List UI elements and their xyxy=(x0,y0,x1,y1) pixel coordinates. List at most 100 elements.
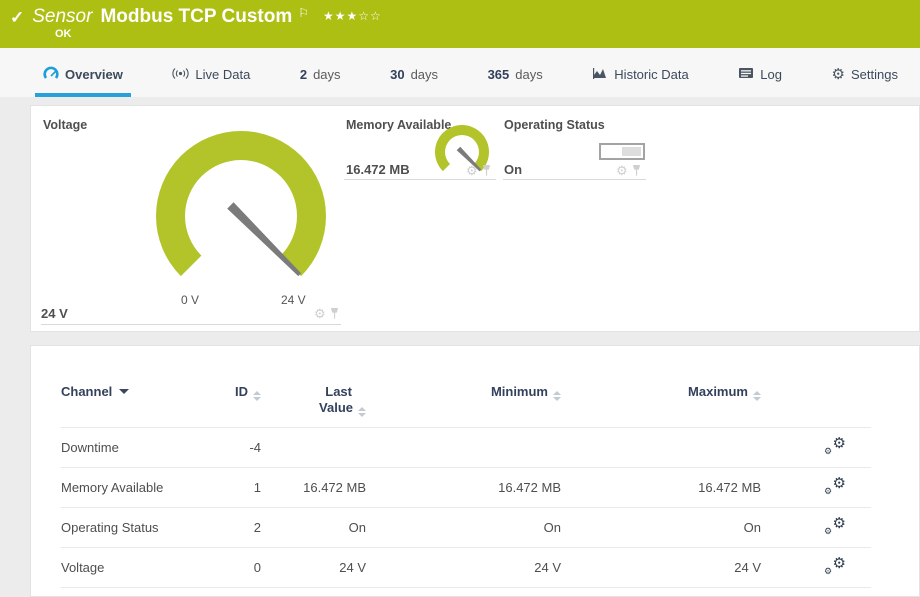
memory-value: 16.472 MB xyxy=(346,162,410,177)
operating-value: On xyxy=(504,162,522,177)
header-label: Maximum xyxy=(688,384,748,399)
sensor-title: Modbus TCP Custom xyxy=(100,6,292,28)
voltage-scale-max: 24 V xyxy=(281,293,306,307)
tile-divider xyxy=(344,179,496,180)
header-label: Channel xyxy=(61,384,112,399)
voltage-tile-title: Voltage xyxy=(43,118,87,132)
channels-table: Channel ID Last Value Minimum Maximum xyxy=(61,384,871,588)
cell-minimum xyxy=(366,427,561,467)
memory-tile-icons: ⚙ xyxy=(466,164,491,177)
tab-unit: days xyxy=(411,67,438,82)
cell-id: 2 xyxy=(201,507,261,547)
tab-number: 365 xyxy=(488,67,510,82)
tab-label: Log xyxy=(760,67,782,82)
voltage-tile-icons: ⚙ xyxy=(314,307,339,320)
status-check-icon: ✓ xyxy=(10,8,24,28)
header-label: ID xyxy=(235,384,248,399)
header-label: Value xyxy=(319,400,353,415)
header-label: Last xyxy=(325,384,352,399)
tab-2-days[interactable]: 2 days xyxy=(292,48,349,97)
object-kind-label: Sensor xyxy=(32,6,92,28)
gear-icon[interactable]: ⚙ xyxy=(616,164,628,177)
priority-flag-icon[interactable]: ⚐ xyxy=(298,6,309,20)
header-channel[interactable]: Channel xyxy=(61,384,201,427)
table-row[interactable]: Voltage 0 24 V 24 V 24 V ⚙⚙ xyxy=(61,547,871,587)
historic-chart-icon xyxy=(592,67,608,83)
tab-unit: days xyxy=(515,67,542,82)
cell-last-value: On xyxy=(261,507,366,547)
channel-settings-icon[interactable]: ⚙⚙ xyxy=(824,477,846,495)
table-row[interactable]: Operating Status 2 On On On ⚙⚙ xyxy=(61,507,871,547)
pin-icon[interactable] xyxy=(330,307,339,320)
tab-bar: Overview Live Data 2 days 30 days 365 da… xyxy=(0,48,920,97)
tile-divider xyxy=(41,324,341,325)
cell-minimum: On xyxy=(366,507,561,547)
cell-maximum: On xyxy=(561,507,761,547)
channel-settings-icon[interactable]: ⚙⚙ xyxy=(824,557,846,575)
priority-stars[interactable]: ★★★☆☆ xyxy=(323,9,382,23)
tab-number: 2 xyxy=(300,67,307,82)
header-last-value[interactable]: Last Value xyxy=(261,384,366,427)
cell-id: 1 xyxy=(201,467,261,507)
voltage-gauge xyxy=(126,111,356,311)
operating-tile-title: Operating Status xyxy=(504,118,605,132)
tab-label: Historic Data xyxy=(614,67,688,82)
cell-id: 0 xyxy=(201,547,261,587)
voltage-value: 24 V xyxy=(41,306,68,321)
tab-unit: days xyxy=(313,67,340,82)
gear-icon[interactable]: ⚙ xyxy=(314,307,326,320)
tab-365-days[interactable]: 365 days xyxy=(480,48,551,97)
gauge-icon xyxy=(43,66,59,83)
tab-settings[interactable]: ⚙ Settings xyxy=(824,48,906,97)
operating-status-toggle xyxy=(599,143,645,160)
channel-settings-icon[interactable]: ⚙⚙ xyxy=(824,517,846,535)
header-actions xyxy=(761,384,871,427)
tab-historic-data[interactable]: Historic Data xyxy=(584,48,696,97)
channel-settings-icon[interactable]: ⚙⚙ xyxy=(824,437,846,455)
cell-maximum: 16.472 MB xyxy=(561,467,761,507)
tab-overview[interactable]: Overview xyxy=(35,48,131,97)
cell-channel: Voltage xyxy=(61,547,201,587)
header-label: Minimum xyxy=(491,384,548,399)
pin-icon[interactable] xyxy=(632,164,641,177)
tab-30-days[interactable]: 30 days xyxy=(382,48,446,97)
tile-divider xyxy=(503,179,646,180)
sort-icon xyxy=(358,407,366,417)
gauge-needle xyxy=(227,202,303,278)
log-icon xyxy=(738,67,754,82)
status-badge: OK xyxy=(55,28,72,40)
sort-icon xyxy=(753,391,761,401)
sort-icon xyxy=(253,391,261,401)
cell-channel: Operating Status xyxy=(61,507,201,547)
cell-id: -4 xyxy=(201,427,261,467)
toggle-knob xyxy=(622,147,641,156)
tab-live-data[interactable]: Live Data xyxy=(164,48,258,97)
table-header-row: Channel ID Last Value Minimum Maximum xyxy=(61,384,871,427)
sort-desc-icon xyxy=(119,389,129,394)
header-minimum[interactable]: Minimum xyxy=(366,384,561,427)
table-row[interactable]: Memory Available 1 16.472 MB 16.472 MB 1… xyxy=(61,467,871,507)
cell-channel: Downtime xyxy=(61,427,201,467)
tab-number: 30 xyxy=(390,67,404,82)
operating-tile-icons: ⚙ xyxy=(616,164,641,177)
cell-last-value xyxy=(261,427,366,467)
cell-channel: Memory Available xyxy=(61,467,201,507)
cell-last-value: 16.472 MB xyxy=(261,467,366,507)
cell-minimum: 16.472 MB xyxy=(366,467,561,507)
tab-log[interactable]: Log xyxy=(730,48,790,97)
cell-last-value: 24 V xyxy=(261,547,366,587)
cell-maximum: 24 V xyxy=(561,547,761,587)
pin-icon[interactable] xyxy=(482,164,491,177)
header-id[interactable]: ID xyxy=(201,384,261,427)
table-row[interactable]: Downtime -4 ⚙⚙ xyxy=(61,427,871,467)
cell-minimum: 24 V xyxy=(366,547,561,587)
gear-icon: ⚙ xyxy=(832,67,845,82)
tab-label: Settings xyxy=(851,67,898,82)
overview-gauges-panel: Voltage 0 V 24 V 24 V ⚙ Memory Available… xyxy=(30,105,920,332)
live-data-icon xyxy=(172,67,189,83)
sensor-header: ✓ Sensor Modbus TCP Custom ⚐ ★★★☆☆ OK xyxy=(0,0,920,48)
sort-icon xyxy=(553,391,561,401)
tab-label: Live Data xyxy=(195,67,250,82)
header-maximum[interactable]: Maximum xyxy=(561,384,761,427)
gear-icon[interactable]: ⚙ xyxy=(466,164,478,177)
